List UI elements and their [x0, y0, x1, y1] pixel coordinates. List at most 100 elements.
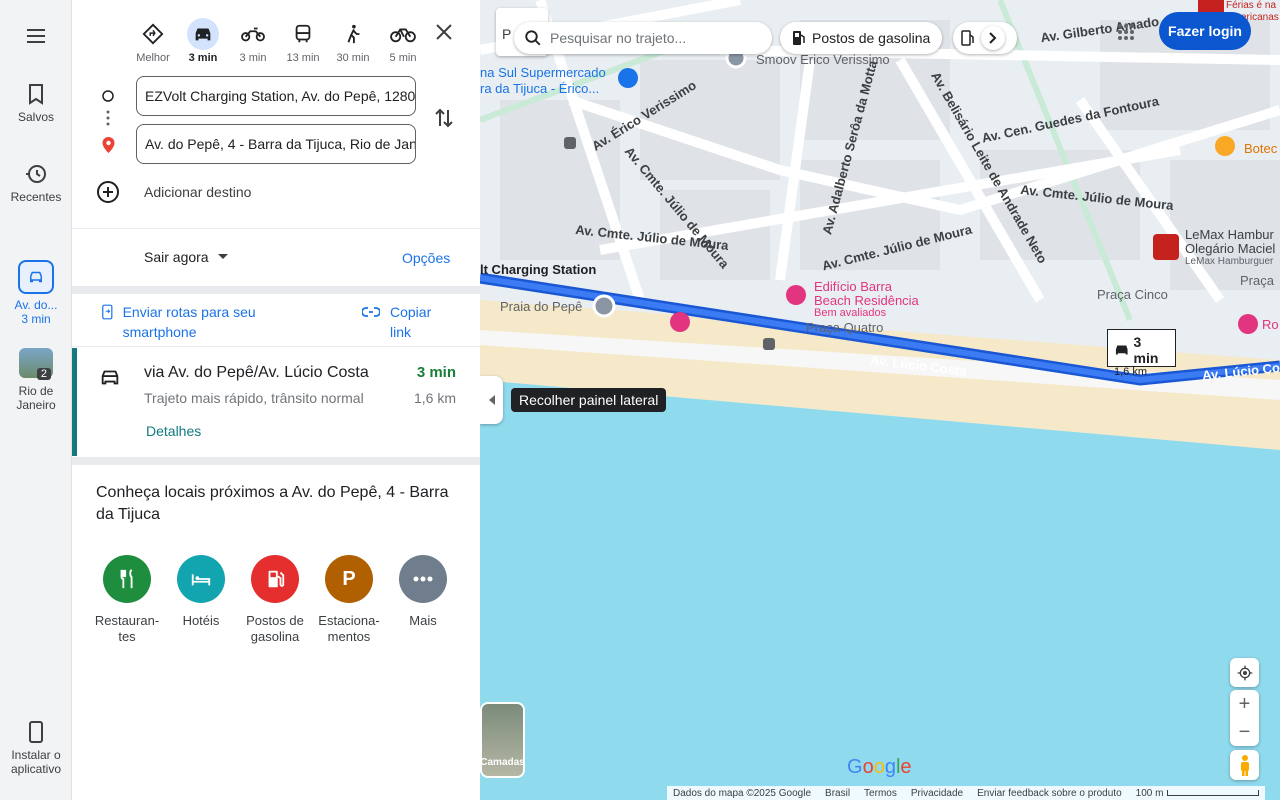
- install-app-button[interactable]: Instalar o aplicativo: [0, 720, 72, 776]
- category-label: tes: [118, 629, 136, 644]
- search-placeholder: Pesquisar no trajeto...: [550, 30, 687, 46]
- left-rail: Salvos Recentes Av. do... 3 min 2 Rio de…: [0, 0, 72, 800]
- route-distance: 1,6 km: [413, 390, 456, 406]
- mode-label: 5 min: [389, 52, 417, 64]
- search-along-route[interactable]: Pesquisar no trajeto...: [514, 22, 772, 54]
- active-trip-button[interactable]: Av. do... 3 min: [0, 260, 72, 326]
- map-canvas[interactable]: Av. Gilberto Amado Smoov Erico Verissimo…: [480, 0, 1280, 800]
- mode-motorcycle[interactable]: 3 min: [228, 18, 278, 66]
- poi-label: Edifício Barra: [814, 279, 893, 294]
- copy-link-button[interactable]: Copiar link: [362, 302, 440, 342]
- route-details-link[interactable]: Detalhes: [146, 423, 201, 439]
- gas-station-icon: [251, 555, 299, 603]
- category-label: mentos: [327, 629, 371, 644]
- zoom-in-icon[interactable]: +: [1239, 690, 1251, 718]
- poi-label: Beach Residência: [814, 293, 919, 308]
- apps-grid-icon[interactable]: [1116, 22, 1136, 42]
- poi-label: LeMax Hamburguer: [1185, 256, 1274, 267]
- chip-gas-stations[interactable]: Postos de gasolina: [780, 22, 943, 54]
- poi-label: Praça: [1240, 273, 1274, 288]
- my-location-button[interactable]: [1230, 658, 1259, 687]
- ev-charging-icon: [961, 30, 974, 46]
- travel-modes: Melhor 3 min 3 min 13 min 30 min 5 min: [128, 18, 428, 66]
- mode-bike[interactable]: 5 min: [378, 18, 428, 66]
- walk-icon: [347, 24, 360, 44]
- close-icon[interactable]: [432, 20, 456, 44]
- install-line1: Instalar o: [11, 748, 61, 762]
- send-to-phone-button[interactable]: Enviar rotas para seu smartphone: [102, 302, 282, 342]
- category-label: Mais: [409, 613, 437, 628]
- category-parking[interactable]: P Estaciona- mentos: [312, 555, 386, 645]
- nearby-title: Conheça locais próximos a Av. do Pepê, 4…: [96, 484, 449, 523]
- zoom-controls: + −: [1230, 690, 1259, 746]
- collapse-panel-button[interactable]: [480, 376, 503, 424]
- mode-car[interactable]: 3 min: [178, 18, 228, 66]
- caret-left-icon: [488, 395, 495, 405]
- collapse-tooltip: Recolher painel lateral: [511, 388, 667, 412]
- bookmark-icon: [29, 84, 43, 105]
- poi-label: Bem avaliados: [814, 307, 887, 319]
- chip-ev-charging[interactable]: [953, 22, 1017, 54]
- category-restaurants[interactable]: Restauran- tes: [90, 555, 164, 645]
- recent-button[interactable]: Recentes: [0, 162, 72, 204]
- layers-button[interactable]: Camadas: [480, 702, 525, 778]
- divider: [72, 228, 480, 229]
- divider: [72, 286, 480, 294]
- footer-country[interactable]: Brasil: [825, 788, 850, 799]
- footer-terms[interactable]: Termos: [864, 788, 897, 799]
- origin-circle-icon: [102, 90, 114, 102]
- destination-input[interactable]: Av. do Pepê, 4 - Barra da Tijuca, Rio de…: [136, 124, 416, 164]
- car-icon: [101, 370, 119, 385]
- footer-feedback[interactable]: Enviar feedback sobre o produto: [977, 788, 1122, 799]
- chevron-right-icon[interactable]: [981, 26, 1005, 50]
- add-destination-button[interactable]: Adicionar destino: [96, 180, 251, 204]
- mode-walk[interactable]: 30 min: [328, 18, 378, 66]
- mode-label: 13 min: [286, 52, 320, 64]
- mode-label: Melhor: [136, 52, 170, 64]
- mode-best[interactable]: Melhor: [128, 18, 178, 66]
- poi-label: Ro: [1262, 317, 1279, 332]
- copy-link-label: Copiar link: [390, 304, 432, 340]
- badge-distance: 1,6 km: [1114, 366, 1148, 378]
- scale-bar: [1167, 790, 1260, 796]
- category-more[interactable]: Mais: [386, 555, 460, 645]
- route-time-badge[interactable]: 3 min 1,6 km: [1107, 329, 1176, 378]
- saved-button[interactable]: Salvos: [0, 82, 72, 124]
- dropdown-arrow-icon: [217, 254, 228, 259]
- more-icon: [399, 555, 447, 603]
- my-location-icon: [1237, 665, 1252, 680]
- search-icon: [525, 30, 541, 46]
- recent-label: Recentes: [10, 190, 62, 204]
- category-gas[interactable]: Postos de gasolina: [238, 555, 312, 645]
- rio-line2: Janeiro: [16, 398, 56, 412]
- restaurant-icon: [103, 555, 151, 603]
- footer-privacy[interactable]: Privacidade: [911, 788, 963, 799]
- login-button[interactable]: Fazer login: [1159, 12, 1251, 50]
- zoom-out-icon[interactable]: −: [1239, 718, 1251, 746]
- menu-button[interactable]: [0, 24, 72, 52]
- mode-label: 30 min: [336, 52, 370, 64]
- category-label: Hotéis: [182, 613, 220, 628]
- dots-connector-icon: [106, 110, 110, 126]
- poi-label: na Sul Supermercado: [480, 65, 606, 80]
- send-to-phone-label: Enviar rotas para seu smartphone: [122, 304, 256, 340]
- options-button[interactable]: Opções: [402, 250, 450, 266]
- chip-label: Postos de gasolina: [812, 30, 931, 46]
- hotel-icon: [177, 555, 225, 603]
- send-phone-icon: [102, 304, 113, 320]
- rio-recent-button[interactable]: 2 Rio de Janeiro: [0, 348, 72, 412]
- category-hotels[interactable]: Hotéis: [164, 555, 238, 645]
- history-icon: [26, 165, 46, 183]
- swap-icon[interactable]: [432, 106, 456, 130]
- footer-scale[interactable]: 100 m: [1136, 788, 1260, 799]
- mode-transit[interactable]: 13 min: [278, 18, 328, 66]
- mode-label: 3 min: [188, 52, 218, 64]
- poi-label: Férias é na: [1226, 0, 1277, 11]
- street-view-button[interactable]: [1230, 750, 1259, 780]
- route-card[interactable]: via Av. do Pepê/Av. Lúcio Costa Trajeto …: [72, 348, 480, 456]
- scale-label: 100 m: [1135, 787, 1164, 799]
- saved-label: Salvos: [17, 110, 55, 124]
- origin-input[interactable]: EZVolt Charging Station, Av. do Pepê, 12…: [136, 76, 416, 116]
- route-time: 3 min: [416, 364, 456, 381]
- leave-now-dropdown[interactable]: Sair agora: [144, 249, 229, 265]
